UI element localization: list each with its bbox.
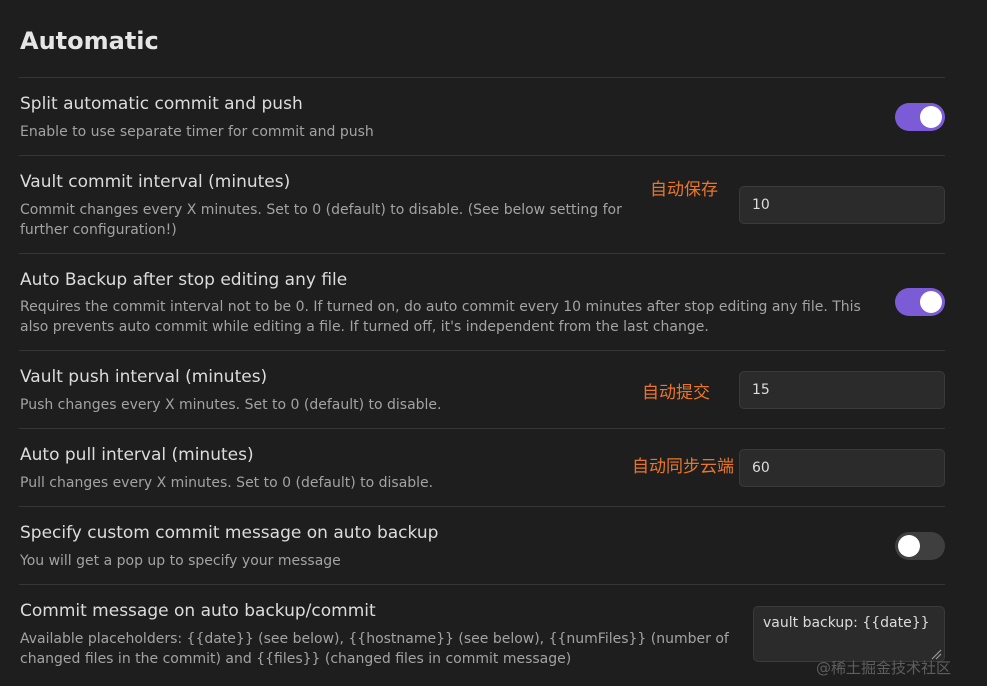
auto-backup-toggle[interactable] xyxy=(895,288,945,316)
setting-desc-pull-interval: Pull changes every X minutes. Set to 0 (… xyxy=(20,475,434,491)
divider xyxy=(19,428,945,429)
watermark: @稀土掘金技术社区 xyxy=(816,659,952,677)
divider xyxy=(19,506,945,507)
annotation-pull: 自动同步云端 xyxy=(632,457,734,477)
setting-desc-commit-interval: Commit changes every X minutes. Set to 0… xyxy=(20,202,622,238)
divider xyxy=(19,253,945,254)
push-interval-input[interactable] xyxy=(739,371,945,409)
custom-message-toggle[interactable] xyxy=(895,532,945,560)
commit-interval-input[interactable] xyxy=(739,186,945,224)
annotation-push: 自动提交 xyxy=(642,383,710,403)
split-commit-push-toggle[interactable] xyxy=(895,103,945,131)
setting-name-commit-interval: Vault commit interval (minutes) xyxy=(20,172,291,192)
setting-name-custom-message: Specify custom commit message on auto ba… xyxy=(20,523,439,543)
setting-name-auto-backup: Auto Backup after stop editing any file xyxy=(20,270,348,290)
divider xyxy=(19,584,945,585)
section-heading: Automatic xyxy=(20,27,159,55)
setting-name-commit-message: Commit message on auto backup/commit xyxy=(20,601,376,621)
setting-name-push-interval: Vault push interval (minutes) xyxy=(20,367,268,387)
toggle-knob xyxy=(920,106,942,128)
setting-name-pull-interval: Auto pull interval (minutes) xyxy=(20,445,254,465)
setting-desc-split: Enable to use separate timer for commit … xyxy=(20,124,374,140)
divider xyxy=(19,77,945,78)
annotation-commit: 自动保存 xyxy=(650,180,718,200)
divider xyxy=(19,350,945,351)
setting-desc-custom-message: You will get a pop up to specify your me… xyxy=(20,553,341,569)
setting-desc-push-interval: Push changes every X minutes. Set to 0 (… xyxy=(20,397,442,413)
commit-message-textarea[interactable]: vault backup: {{date}} xyxy=(753,606,945,662)
setting-desc-commit-message: Available placeholders: {{date}} (see be… xyxy=(20,631,729,667)
divider xyxy=(19,155,945,156)
pull-interval-input[interactable] xyxy=(739,449,945,487)
setting-name-split: Split automatic commit and push xyxy=(20,94,303,114)
setting-desc-auto-backup: Requires the commit interval not to be 0… xyxy=(20,299,861,335)
toggle-knob xyxy=(920,291,942,313)
toggle-knob xyxy=(898,535,920,557)
